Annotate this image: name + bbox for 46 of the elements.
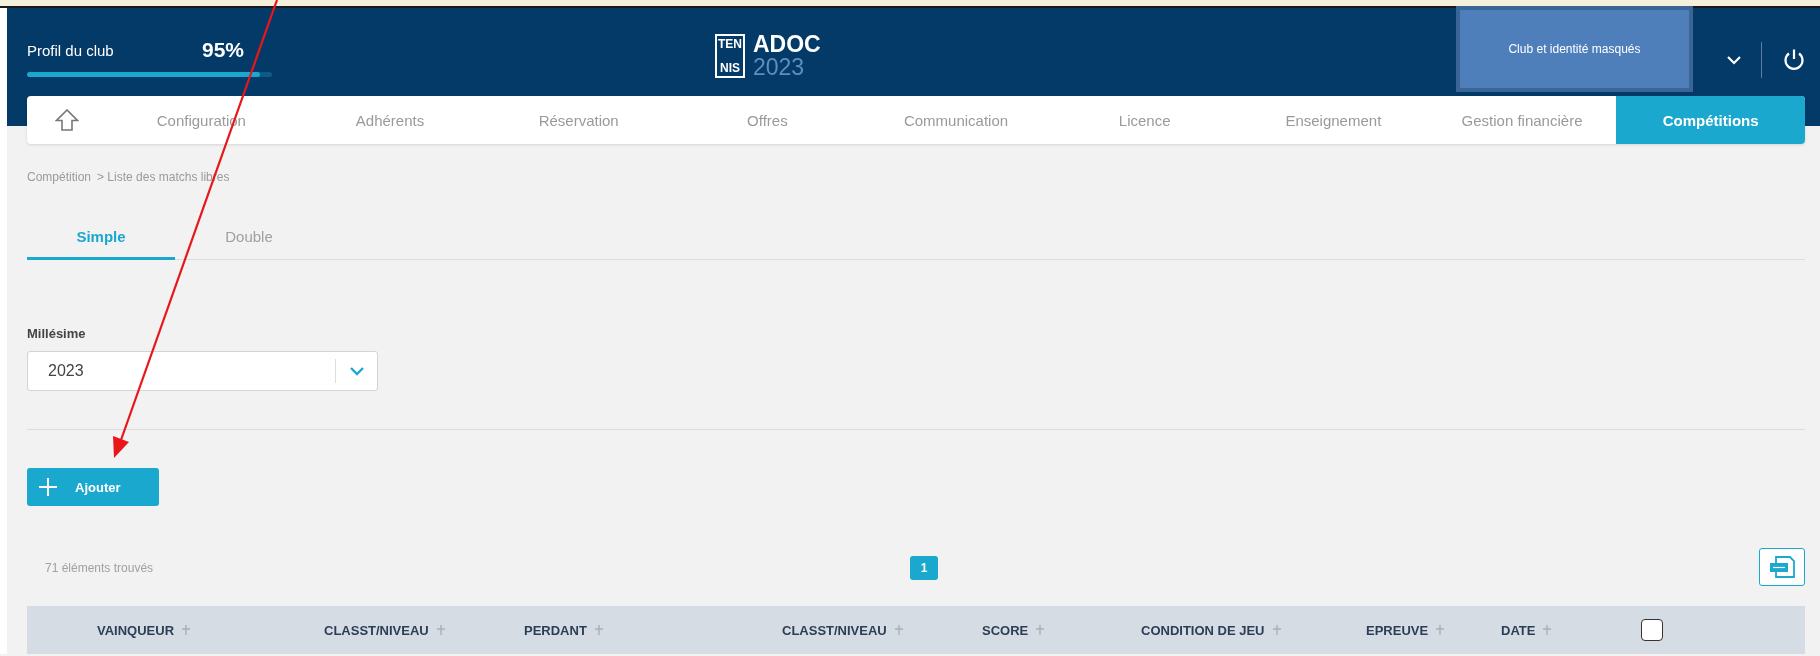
- column-header: PERDANT: [524, 622, 587, 638]
- select-all-checkbox[interactable]: [1641, 619, 1663, 641]
- export-button[interactable]: [1759, 548, 1805, 586]
- logo-title: ADOC: [753, 33, 821, 56]
- year-select[interactable]: 2023: [27, 351, 378, 391]
- column-header: DATE: [1501, 622, 1536, 638]
- spreadsheet-icon: [1768, 555, 1796, 579]
- column-header: CLASST/NIVEAU: [782, 622, 887, 638]
- power-icon[interactable]: [1782, 48, 1806, 72]
- chevron-down-icon[interactable]: [1727, 55, 1741, 65]
- column-header: SCORE: [982, 622, 1029, 638]
- page-button[interactable]: 1: [910, 556, 938, 580]
- results-count: 71 éléments trouvés: [45, 561, 155, 575]
- masked-notice: Club et identité masqués: [1456, 6, 1693, 92]
- column-header: VAINQUEUR: [97, 622, 175, 638]
- profile-label: Profil du club: [27, 41, 114, 59]
- sort-icon[interactable]: [1036, 625, 1045, 635]
- sort-icon[interactable]: [594, 625, 603, 635]
- nav-tab[interactable]: Offres: [673, 96, 862, 144]
- breadcrumb-item[interactable]: Compétition: [27, 170, 92, 184]
- add-button[interactable]: Ajouter: [27, 468, 159, 506]
- nav-tab[interactable]: Compétitions: [1616, 96, 1806, 144]
- logo-year: 2023: [753, 56, 806, 79]
- profile-percent: 95%: [201, 38, 244, 62]
- column-header: EPREUVE: [1366, 622, 1429, 638]
- sort-icon[interactable]: [182, 625, 191, 635]
- sort-icon[interactable]: [894, 625, 903, 635]
- sort-icon[interactable]: [436, 625, 445, 635]
- nav-tab[interactable]: Enseignement: [1239, 96, 1428, 144]
- sort-icon[interactable]: [1436, 625, 1445, 635]
- chevron-down-icon: [349, 366, 364, 376]
- nav-tab[interactable]: Communication: [861, 96, 1051, 144]
- plus-icon: [39, 478, 57, 496]
- field-label: Millésime: [27, 326, 87, 341]
- nav-tab[interactable]: Adhérents: [295, 96, 485, 144]
- nav-tab[interactable]: Gestion financière: [1427, 96, 1617, 144]
- column-header: CLASST/NIVEAU: [324, 622, 429, 638]
- column-header: CONDITION DE JEU: [1141, 622, 1265, 638]
- sort-icon[interactable]: [1543, 625, 1552, 635]
- nav-tab[interactable]: Licence: [1050, 96, 1240, 144]
- logo-badge: TEN NIS: [715, 34, 745, 78]
- sort-icon[interactable]: [1272, 625, 1281, 635]
- nav-tab[interactable]: Réservation: [484, 96, 673, 144]
- tab[interactable]: Simple: [27, 216, 175, 260]
- tab[interactable]: Double: [175, 216, 323, 260]
- home-icon: [55, 109, 79, 131]
